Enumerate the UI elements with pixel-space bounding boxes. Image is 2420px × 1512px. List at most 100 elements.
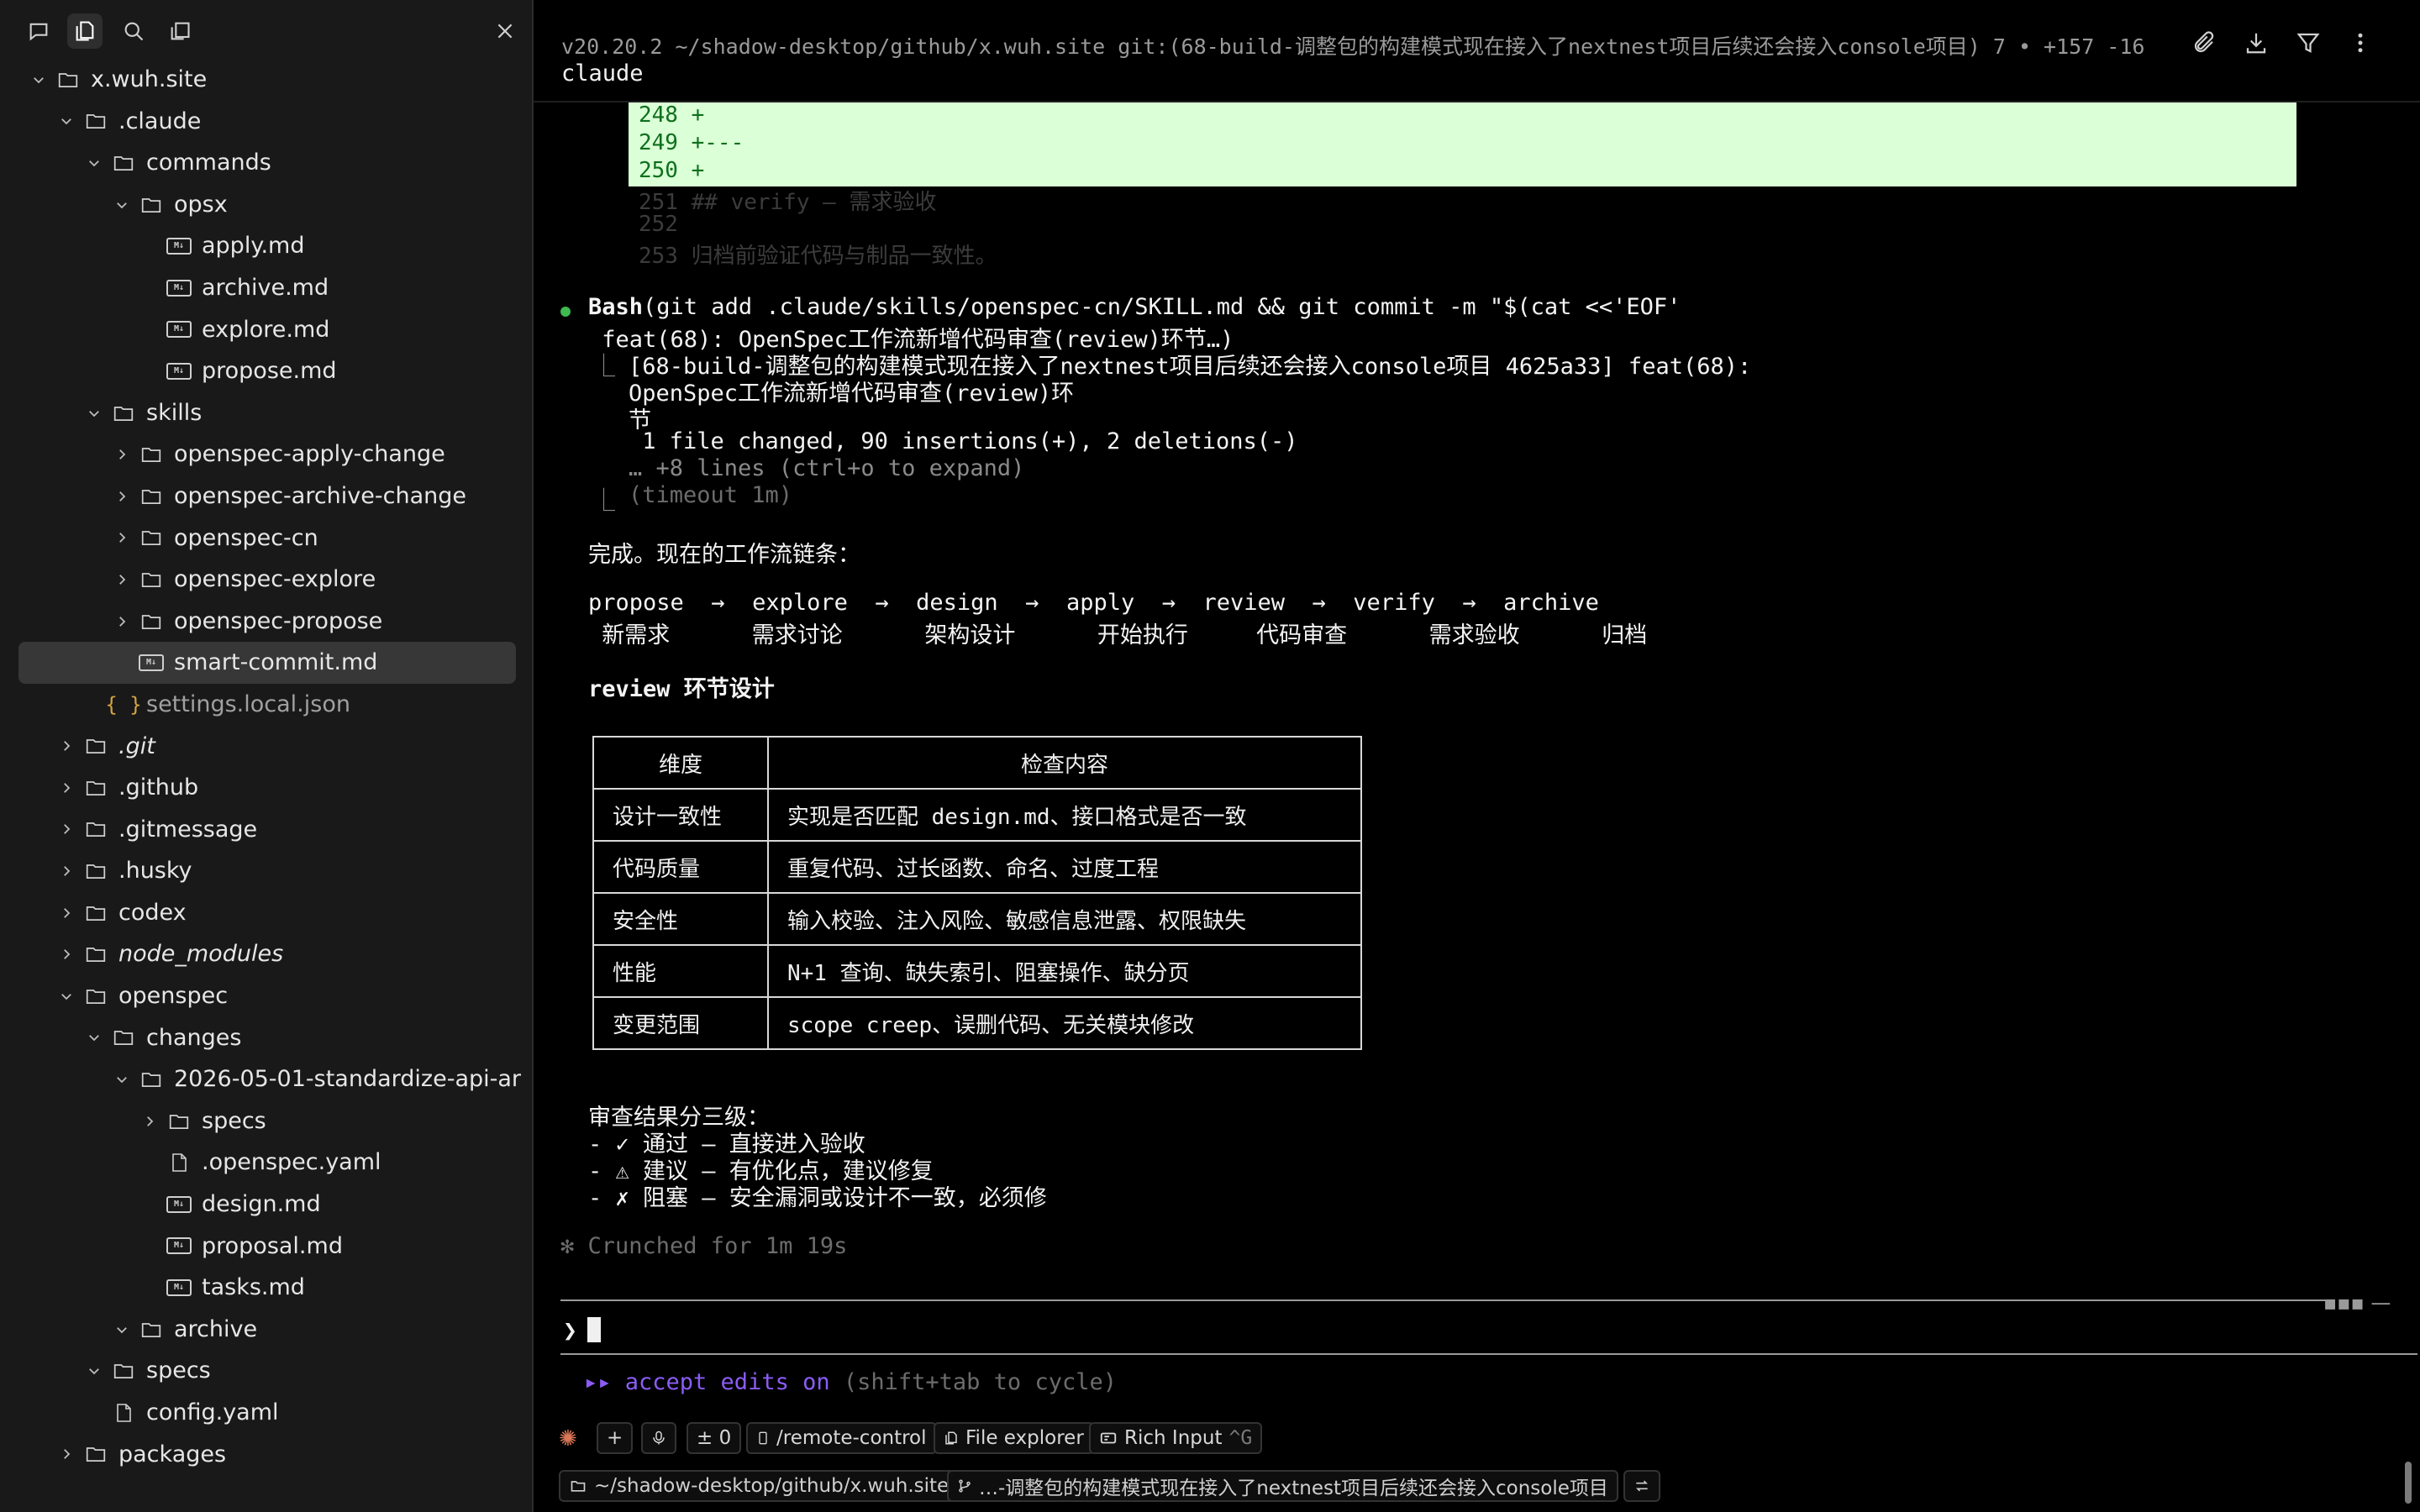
phone-icon — [759, 1431, 767, 1445]
tree-file[interactable]: M↓ propose.md — [18, 350, 516, 392]
crunched-status: ✻ Crunched for 1m 19s — [560, 1233, 848, 1259]
close-icon[interactable] — [487, 13, 523, 49]
chevron-down-icon[interactable] — [82, 392, 106, 434]
chevron-right-icon[interactable] — [55, 726, 78, 768]
tree-folder[interactable]: openspec-cn — [18, 517, 516, 559]
rich-input-button[interactable]: Rich Input ^G — [1089, 1422, 1263, 1454]
tree-file[interactable]: M↓ proposal.md — [18, 1226, 516, 1268]
tree-folder[interactable]: specs — [18, 1100, 516, 1142]
branch-label: …-调整包的构建模式现在接入了nextnest项目后续还会接入console项目 — [979, 1478, 1608, 1499]
chevron-right-icon[interactable] — [110, 601, 134, 643]
files-icon[interactable] — [67, 13, 103, 49]
chevron-right-icon[interactable] — [55, 892, 78, 934]
scrollbar[interactable] — [2405, 1462, 2412, 1504]
branch-chip[interactable]: …-调整包的构建模式现在接入了nextnest项目后续还会接入console项目 — [947, 1470, 1618, 1502]
chevron-right-icon[interactable] — [110, 517, 134, 559]
tree-item-label: node_modules — [118, 941, 284, 968]
add-button[interactable]: + — [597, 1422, 634, 1454]
tree-folder[interactable]: 2026-05-01-standardize-api-ar — [18, 1058, 521, 1100]
review-table: 维度 检查内容 设计一致性 实现是否匹配 design.md、接口格式是否一致 … — [592, 736, 1362, 1050]
tree-folder[interactable]: node_modules — [18, 933, 516, 975]
chevron-right-icon[interactable] — [110, 559, 134, 601]
tree-folder[interactable]: openspec-apply-change — [18, 433, 516, 475]
chevron-down-icon[interactable] — [27, 59, 50, 101]
header-actions — [2186, 25, 2378, 60]
prompt-input[interactable] — [587, 1317, 601, 1342]
tree-item-label: .openspec.yaml — [202, 1149, 381, 1176]
chevron-right-icon[interactable] — [55, 767, 78, 809]
tree-folder[interactable]: .claude — [18, 101, 516, 143]
prompt-caret: ❯ — [563, 1316, 577, 1344]
tree-file[interactable]: .openspec.yaml — [18, 1142, 516, 1184]
attachment-icon[interactable] — [2186, 25, 2222, 60]
tree-folder[interactable]: changes — [18, 1017, 516, 1059]
download-icon[interactable] — [2238, 25, 2274, 60]
folder-icon — [137, 1058, 166, 1100]
table-header: 维度 — [592, 736, 769, 790]
tree-folder[interactable]: .git — [18, 726, 516, 768]
chevron-right-icon[interactable] — [55, 809, 78, 851]
chevron-down-icon[interactable] — [82, 1350, 106, 1392]
switch-branch-button[interactable] — [1623, 1470, 1660, 1502]
tree-folder[interactable]: openspec-archive-change — [18, 475, 516, 517]
tree-folder[interactable]: specs — [18, 1350, 516, 1392]
tree-folder[interactable]: archive — [18, 1309, 516, 1351]
tree-folder[interactable]: .gitmessage — [18, 809, 516, 851]
file-explorer-button[interactable]: File explorer — [934, 1422, 1094, 1454]
chevron-right-icon[interactable] — [138, 1100, 161, 1142]
chat-icon[interactable] — [21, 13, 56, 49]
tree-file[interactable]: M↓ apply.md — [18, 225, 516, 267]
tree-folder[interactable]: .github — [18, 767, 516, 809]
more-icon[interactable] — [2343, 25, 2378, 60]
chevron-right-icon[interactable] — [55, 1434, 78, 1476]
tree-folder[interactable]: codex — [18, 892, 516, 934]
chevron-down-icon[interactable] — [82, 142, 106, 184]
search-icon[interactable] — [116, 13, 151, 49]
chevron-down-icon[interactable] — [55, 975, 78, 1017]
chevron-right-icon[interactable] — [110, 475, 134, 517]
accept-edits-label: ▸▸ accept edits on — [584, 1369, 830, 1395]
tree-file[interactable]: M↓ tasks.md — [18, 1267, 516, 1309]
remote-control-button[interactable]: /remote-control — [746, 1422, 937, 1454]
markdown-icon: M↓ — [165, 1226, 193, 1268]
filter-icon[interactable] — [2291, 25, 2326, 60]
chevron-down-icon[interactable] — [110, 184, 134, 226]
tree-folder[interactable]: skills — [18, 392, 516, 434]
panel-icon[interactable] — [162, 13, 197, 49]
path-chip[interactable]: ~/shadow-desktop/github/x.wuh.site — [559, 1470, 960, 1502]
chevron-right-icon[interactable] — [55, 933, 78, 975]
tree-folder[interactable]: opsx — [18, 184, 516, 226]
chevron-right-icon[interactable] — [110, 433, 134, 475]
output-corner-icon: ⎿ — [592, 354, 615, 380]
tree-folder[interactable]: openspec-explore — [18, 559, 516, 601]
tree-file[interactable]: M↓ explore.md — [18, 309, 516, 351]
prompt-bottom-divider — [560, 1353, 2417, 1355]
expand-hint[interactable]: … +8 lines (ctrl+o to expand) — [629, 455, 1024, 481]
terminal-panel: v20.20.2 ~/shadow-desktop/github/x.wuh.s… — [534, 0, 2420, 1512]
tree-file[interactable]: M↓ archive.md — [18, 267, 516, 309]
path-label: ~/shadow-desktop/github/x.wuh.site — [594, 1475, 950, 1497]
chevron-down-icon[interactable] — [110, 1058, 134, 1100]
tree-folder[interactable]: commands — [18, 142, 516, 184]
tree-file[interactable]: config.yaml — [18, 1392, 516, 1434]
tree-file[interactable]: M↓ design.md — [18, 1184, 516, 1226]
tree-folder[interactable]: x.wuh.site — [18, 59, 516, 101]
microphone-button[interactable] — [641, 1422, 676, 1454]
tree-folder[interactable]: openspec-propose — [18, 601, 516, 643]
chevron-down-icon[interactable] — [55, 101, 78, 143]
tree-folder[interactable]: .husky — [18, 850, 516, 892]
chevron-right-icon[interactable] — [55, 850, 78, 892]
tree-item-label: packages — [118, 1441, 227, 1467]
terminal-header: v20.20.2 ~/shadow-desktop/github/x.wuh.s… — [534, 0, 2420, 102]
remote-control-label: /remote-control — [776, 1427, 927, 1449]
chevron-down-icon[interactable] — [110, 1309, 134, 1351]
diff-count-button[interactable]: ± 0 — [687, 1422, 742, 1454]
output-corner-icon: ⎿ — [592, 488, 615, 514]
accept-edits-status[interactable]: ▸▸ accept edits on (shift+tab to cycle) — [584, 1369, 1117, 1395]
tree-file[interactable]: M↓ smart-commit.md — [18, 642, 516, 684]
tree-folder[interactable]: openspec — [18, 975, 516, 1017]
markdown-icon: M↓ — [165, 1267, 193, 1309]
tree-file[interactable]: { } settings.local.json — [18, 684, 516, 726]
chevron-down-icon[interactable] — [82, 1017, 106, 1059]
tree-folder[interactable]: packages — [18, 1434, 516, 1476]
